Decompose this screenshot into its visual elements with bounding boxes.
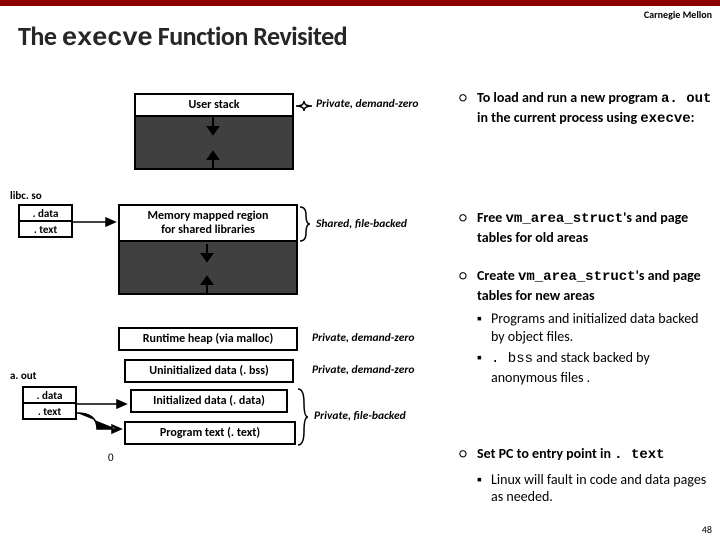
libc-text-box: . text <box>18 220 73 238</box>
bullet-item: ○ To load and run a new program a. out i… <box>459 89 714 128</box>
note-shared-filebacked: Shared, file-backed <box>316 217 407 231</box>
sub-bullet-item: ▪ . bss and stack backed by anonymous fi… <box>477 349 714 386</box>
libc-label: libc. so <box>10 189 42 202</box>
bullet-list: ○ Create vm_area_struct's and page table… <box>459 267 714 390</box>
title-code: execve <box>62 23 153 53</box>
brand-label: Carnegie Mellon <box>644 8 712 21</box>
b4-text: Set PC to entry point in <box>477 445 614 462</box>
b4-code: . text <box>614 447 664 463</box>
sub-code: . bss <box>491 351 533 367</box>
bullet-marker: ▪ <box>477 349 491 386</box>
bullet-marker: ▪ <box>477 310 491 345</box>
arrow-down-icon <box>206 117 220 137</box>
arrow-up-icon <box>200 274 214 294</box>
b1-text: To load and run a new program <box>477 89 661 106</box>
b1-code: a. out <box>661 91 711 107</box>
arrow-down-icon <box>200 244 214 264</box>
brace-icon <box>300 207 310 241</box>
title-pre: The <box>18 20 62 52</box>
bss-box: Uninitialized data (. bss) <box>124 359 294 383</box>
b1-text: in the current process using <box>477 109 640 126</box>
bullet-marker: ○ <box>459 445 477 465</box>
b2-code: vm_area_struct <box>506 211 624 227</box>
note-private-filebacked: Private, file-backed <box>314 409 406 423</box>
bullet-item: ○ Free vm_area_struct's and page tables … <box>459 209 714 246</box>
bullet-marker: ○ <box>459 209 477 246</box>
bullet-marker: ○ <box>459 267 477 304</box>
bullet-list: ○ To load and run a new program a. out i… <box>459 89 714 134</box>
brace-icon <box>298 389 308 445</box>
mmap-box: Memory mapped region for shared librarie… <box>118 204 298 242</box>
brace-icon <box>296 99 316 113</box>
note-private-zero: Private, demand-zero <box>316 97 418 111</box>
bullet-item: ○ Create vm_area_struct's and page table… <box>459 267 714 304</box>
b3-code: vm_area_struct <box>518 269 636 285</box>
page-title: The execve Function Revisited <box>0 6 720 59</box>
b2-text: Free <box>477 209 506 226</box>
bullet-item: ○ Set PC to entry point in . text <box>459 445 714 465</box>
arrow-right-icon <box>77 411 125 435</box>
arrow-right-icon <box>77 399 129 409</box>
page-number: 48 <box>702 523 712 536</box>
sub-bullet-item: ▪ Programs and initialized data backed b… <box>477 310 714 345</box>
b1-text: : <box>691 109 695 126</box>
sub-text: Linux will fault in code and data pages … <box>491 471 714 506</box>
arrow-up-icon <box>206 149 220 169</box>
heap-box: Runtime heap (via malloc) <box>118 327 298 351</box>
sub-text: Programs and initialized data backed by … <box>491 310 714 345</box>
arrow-right-icon <box>73 217 118 227</box>
title-post: Function Revisited <box>152 20 347 52</box>
b1-code2: execve <box>640 111 690 127</box>
bullet-list: ○ Set PC to entry point in . text ▪ Linu… <box>459 445 714 510</box>
data-box: Initialized data (. data) <box>130 389 288 413</box>
note-private-zero: Private, demand-zero <box>312 363 414 377</box>
bullet-marker: ○ <box>459 89 477 128</box>
userstack-box: User stack <box>134 93 294 117</box>
sub-bullet-item: ▪ Linux will fault in code and data page… <box>477 471 714 506</box>
bullet-marker: ▪ <box>477 471 491 506</box>
b3-text: Create <box>477 267 518 284</box>
text-box: Program text (. text) <box>124 421 296 445</box>
bullet-list: ○ Free vm_area_struct's and page tables … <box>459 209 714 252</box>
aout-label: a. out <box>10 369 37 382</box>
aout-text-box: . text <box>22 402 77 420</box>
zero-label: 0 <box>108 451 114 464</box>
note-private-zero: Private, demand-zero <box>312 331 414 345</box>
